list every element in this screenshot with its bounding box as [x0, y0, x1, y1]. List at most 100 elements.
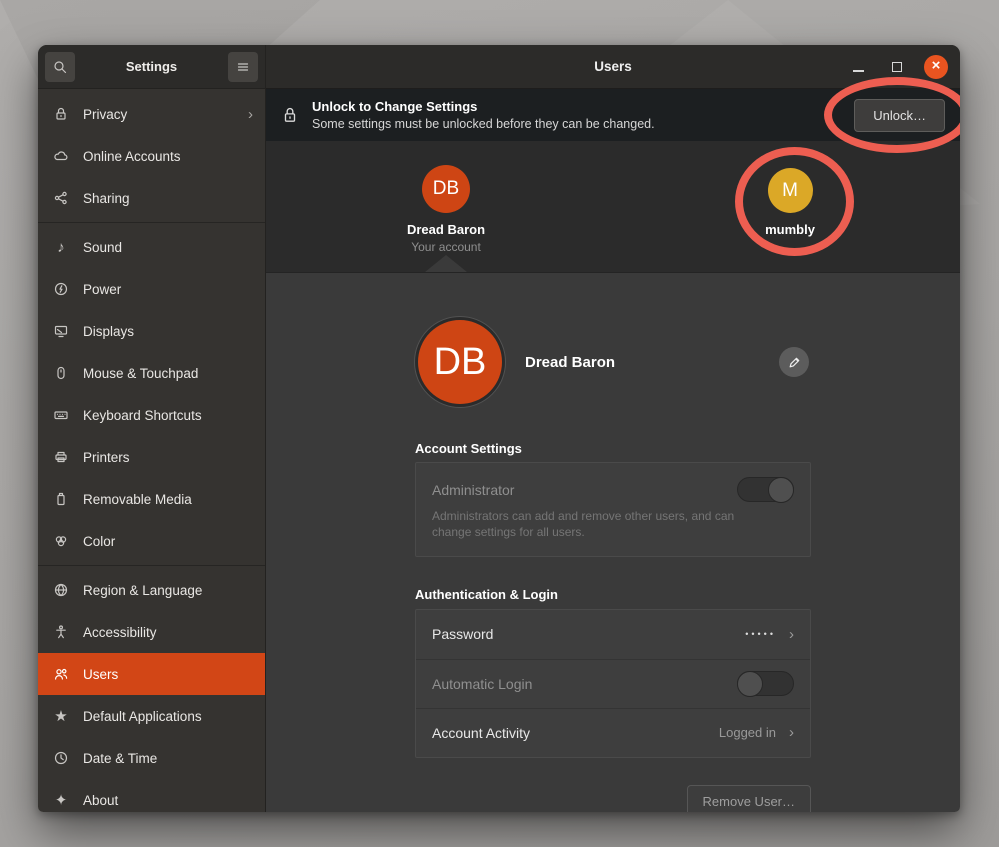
- automatic-login-toggle[interactable]: [737, 671, 794, 696]
- user-name: Dread Baron: [407, 222, 485, 237]
- remove-user-button[interactable]: Remove User…: [687, 785, 811, 812]
- close-button[interactable]: ×: [924, 55, 948, 79]
- edit-name-button[interactable]: [779, 347, 809, 377]
- user-detail-pane: DB Dread Baron Account Settings Administ…: [266, 273, 960, 812]
- sidebar-item-sharing[interactable]: Sharing: [38, 177, 265, 219]
- chevron-right-icon: ›: [248, 106, 253, 123]
- sidebar-item-printers[interactable]: Printers: [38, 436, 265, 478]
- sidebar-item-removable-media[interactable]: Removable Media: [38, 478, 265, 520]
- sidebar-item-label: Removable Media: [83, 492, 192, 507]
- sidebar-item-label: Online Accounts: [83, 149, 181, 164]
- toggle-knob: [737, 671, 763, 697]
- unlock-banner: Unlock to Change Settings Some settings …: [266, 89, 960, 141]
- cloud-icon: [53, 148, 69, 164]
- sidebar-item-displays[interactable]: Displays: [38, 310, 265, 352]
- sidebar-item-label: Default Applications: [83, 709, 202, 724]
- sidebar-item-label: Users: [83, 667, 118, 682]
- menu-button[interactable]: [228, 52, 258, 82]
- sidebar-item-label: Privacy: [83, 107, 127, 122]
- sidebar-item-sound[interactable]: ♪ Sound: [38, 226, 265, 268]
- window-controls: ×: [846, 45, 948, 88]
- sidebar-item-online-accounts[interactable]: Online Accounts: [38, 135, 265, 177]
- administrator-label: Administrator: [432, 482, 514, 498]
- maximize-button[interactable]: [885, 55, 909, 79]
- user-subtitle: Your account: [411, 240, 481, 254]
- settings-window: Settings Privacy › Online Accounts Shari…: [38, 45, 960, 812]
- carousel-user-mumbly[interactable]: M mumbly: [715, 168, 865, 237]
- unlock-button[interactable]: Unlock…: [854, 99, 945, 132]
- sidebar-item-label: Displays: [83, 324, 134, 339]
- sidebar: Settings Privacy › Online Accounts Shari…: [38, 45, 266, 812]
- mouse-icon: [53, 365, 69, 381]
- unlock-banner-title: Unlock to Change Settings: [312, 99, 655, 114]
- administrator-toggle[interactable]: [737, 477, 794, 502]
- padlock-icon: [281, 106, 299, 124]
- unlock-banner-subtitle: Some settings must be unlocked before th…: [312, 117, 655, 131]
- sidebar-item-date-time[interactable]: Date & Time: [38, 737, 265, 779]
- authentication-box: Password ••••• › Automatic Login Acco: [415, 609, 811, 758]
- search-icon: [52, 59, 68, 75]
- sidebar-item-label: Color: [83, 534, 115, 549]
- main-pane: Users × Unlock to Change Settings Some s…: [266, 45, 960, 812]
- lock-icon: [53, 106, 69, 122]
- sidebar-item-region-language[interactable]: Region & Language: [38, 569, 265, 611]
- sidebar-item-mouse-touchpad[interactable]: Mouse & Touchpad: [38, 352, 265, 394]
- close-icon: ×: [932, 58, 941, 73]
- sidebar-item-label: Region & Language: [83, 583, 202, 598]
- carousel-user-dread-baron[interactable]: DB Dread Baron Your account: [371, 165, 521, 254]
- administrator-row: Administrator Administrators can add and…: [416, 463, 810, 556]
- profile-row: DB Dread Baron: [415, 317, 811, 407]
- sidebar-item-label: Mouse & Touchpad: [83, 366, 198, 381]
- sidebar-item-label: Sharing: [83, 191, 130, 206]
- section-heading-account-settings: Account Settings: [415, 441, 811, 456]
- color-icon: [53, 533, 69, 549]
- sidebar-separator: [38, 565, 265, 566]
- sidebar-item-label: Sound: [83, 240, 122, 255]
- sidebar-item-label: Accessibility: [83, 625, 157, 640]
- sidebar-titlebar: Settings: [38, 45, 265, 89]
- globe-icon: [53, 582, 69, 598]
- users-icon: [53, 666, 69, 682]
- sparkle-icon: ✦: [52, 791, 70, 809]
- administrator-description: Administrators can add and remove other …: [432, 509, 762, 541]
- avatar: DB: [422, 165, 470, 213]
- sidebar-item-users[interactable]: Users: [38, 653, 265, 695]
- music-note-icon: ♪: [52, 239, 70, 256]
- profile-name: Dread Baron: [525, 354, 615, 371]
- search-button[interactable]: [45, 52, 75, 82]
- removable-media-icon: [53, 491, 69, 507]
- sidebar-item-color[interactable]: Color: [38, 520, 265, 562]
- sidebar-item-accessibility[interactable]: Accessibility: [38, 611, 265, 653]
- user-carousel: DB Dread Baron Your account M mumbly: [266, 141, 960, 273]
- sidebar-item-about[interactable]: ✦ About: [38, 779, 265, 812]
- sidebar-item-label: Date & Time: [83, 751, 157, 766]
- account-activity-row[interactable]: Account Activity Logged in ›: [416, 708, 810, 757]
- automatic-login-label: Automatic Login: [432, 676, 532, 692]
- sidebar-item-keyboard-shortcuts[interactable]: Keyboard Shortcuts: [38, 394, 265, 436]
- sidebar-separator: [38, 222, 265, 223]
- pencil-icon: [787, 355, 802, 370]
- password-row[interactable]: Password ••••• ›: [416, 610, 810, 659]
- account-settings-box: Administrator Administrators can add and…: [415, 462, 811, 557]
- maximize-icon: [892, 62, 902, 72]
- user-name: mumbly: [765, 222, 815, 237]
- sidebar-item-privacy[interactable]: Privacy ›: [38, 93, 265, 135]
- power-icon: [53, 281, 69, 297]
- sidebar-item-default-applications[interactable]: ★ Default Applications: [38, 695, 265, 737]
- sidebar-list: Privacy › Online Accounts Sharing ♪ Soun…: [38, 89, 265, 812]
- hamburger-icon: [235, 59, 251, 75]
- sidebar-item-label: About: [83, 793, 118, 808]
- unlock-banner-text: Unlock to Change Settings Some settings …: [312, 99, 655, 131]
- share-icon: [53, 190, 69, 206]
- account-activity-value: Logged in: [719, 725, 776, 740]
- sidebar-item-label: Printers: [83, 450, 130, 465]
- account-activity-label: Account Activity: [432, 725, 530, 741]
- chevron-right-icon: ›: [789, 724, 794, 741]
- sidebar-item-power[interactable]: Power: [38, 268, 265, 310]
- clock-icon: [53, 750, 69, 766]
- avatar: DB: [415, 317, 505, 407]
- keyboard-icon: [53, 407, 69, 423]
- automatic-login-row: Automatic Login: [416, 659, 810, 708]
- minimize-button[interactable]: [846, 55, 870, 79]
- page-title: Users: [594, 59, 632, 74]
